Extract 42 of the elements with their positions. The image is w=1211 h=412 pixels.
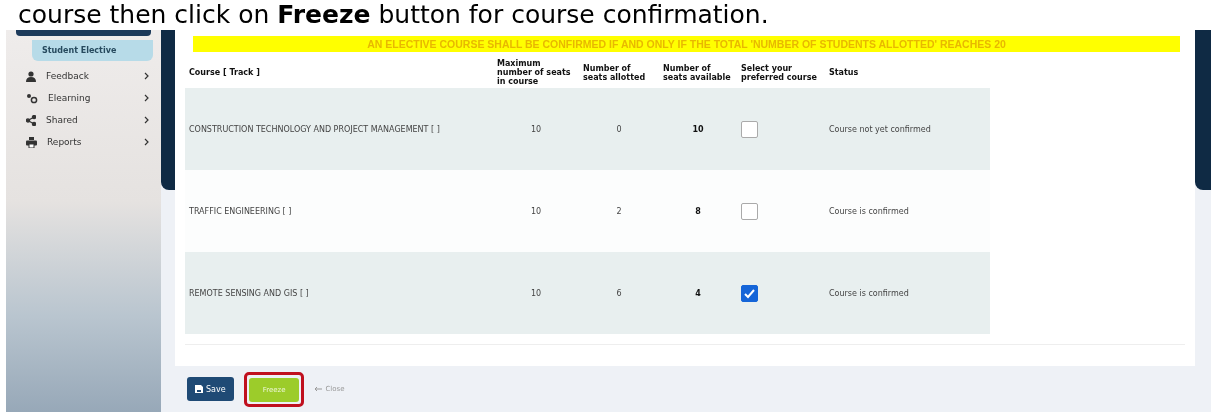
sidebar-item[interactable]: Feedback <box>6 65 161 87</box>
table-cell: 10 <box>493 88 579 170</box>
instruction-text: course then click on Freeze button for course confirmation. <box>17 0 770 30</box>
chevron-icon <box>144 72 149 80</box>
course-cell: REMOTE SENSING AND GIS [ ] <box>185 252 493 334</box>
table-cell: 8 <box>659 170 737 252</box>
table-cell: 4 <box>659 252 737 334</box>
column-header: Course [ Track ] <box>185 57 493 88</box>
back-arrow-icon <box>314 386 323 392</box>
sidebar-item[interactable]: Elearning <box>6 87 161 109</box>
course-checkbox[interactable] <box>741 202 758 220</box>
table-cell: 2 <box>579 170 659 252</box>
column-header: Number of seats allotted <box>579 57 659 88</box>
course-checkbox[interactable] <box>741 284 758 302</box>
notice-banner: AN ELECTIVE COURSE SHALL BE CONFIRMED IF AND ONLY IF THE TOTAL 'NUMBER OF STUDENTS ALLOTTED' REACHES 20 <box>193 36 1180 52</box>
sidebar-item[interactable]: Shared <box>6 109 161 131</box>
save-icon <box>195 385 203 393</box>
printer-icon <box>26 136 37 148</box>
status-cell: Course is confirmed <box>825 252 990 334</box>
save-button[interactable]: Save <box>187 377 234 401</box>
share-icon <box>26 114 36 126</box>
course-cell: TRAFFIC ENGINEERING [ ] <box>185 170 493 252</box>
course-cell: CONSTRUCTION TECHNOLOGY AND PROJECT MANAGEMENT [ ] <box>185 88 493 170</box>
column-header: Select your preferred course <box>737 57 825 88</box>
gear-icon <box>26 92 38 104</box>
user-icon <box>26 70 36 82</box>
column-header: Maximum number of seats in course <box>493 57 579 88</box>
course-checkbox[interactable] <box>741 120 758 138</box>
chevron-icon <box>144 138 149 146</box>
sidebar-item[interactable]: Reports <box>6 131 161 153</box>
sidebar-subitem[interactable]: Student Elective <box>32 40 153 61</box>
column-header: Status <box>825 57 990 88</box>
table-cell: 10 <box>493 252 579 334</box>
status-cell: Course not yet confirmed <box>825 88 990 170</box>
table-cell: 10 <box>659 88 737 170</box>
table-cell: 6 <box>579 252 659 334</box>
table-cell: 10 <box>493 170 579 252</box>
chevron-icon <box>144 116 149 124</box>
chevron-icon <box>144 94 149 102</box>
status-cell: Course is confirmed <box>825 170 990 252</box>
table-cell: 0 <box>579 88 659 170</box>
column-header: Number of seats available <box>659 57 737 88</box>
